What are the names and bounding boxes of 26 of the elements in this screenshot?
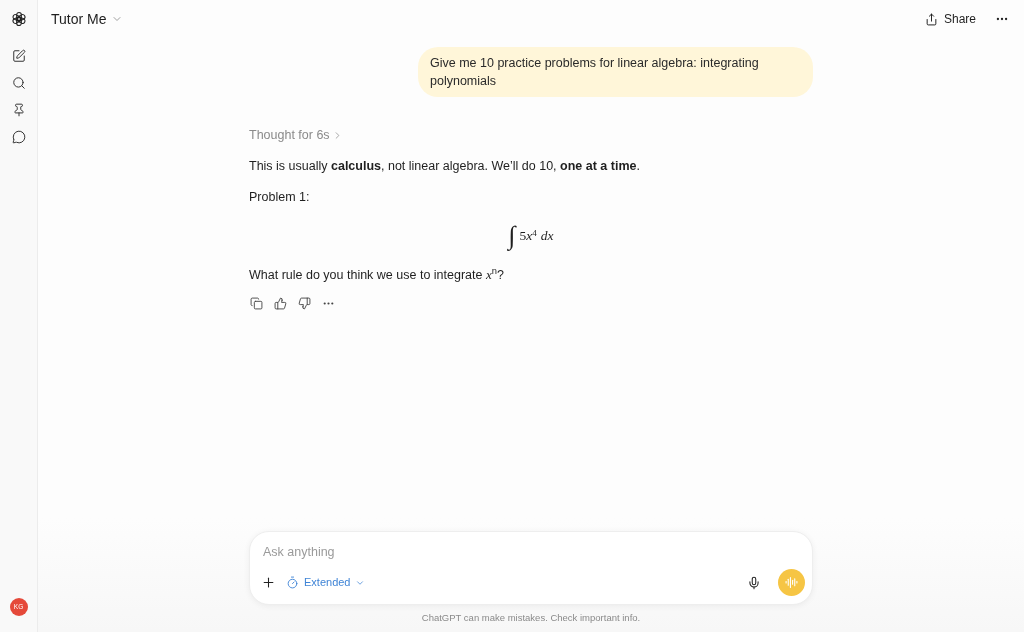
share-button[interactable]: Share: [922, 10, 978, 28]
copy-icon: [249, 296, 263, 310]
thumbs-down-button[interactable]: [296, 295, 312, 311]
plus-icon: [260, 575, 276, 590]
message-paragraph: Problem 1:: [249, 189, 311, 206]
mode-selector[interactable]: Extended: [286, 574, 366, 591]
audio-wave-icon: [785, 576, 798, 589]
microphone-icon: [747, 575, 761, 590]
thought-toggle[interactable]: Thought for 6s: [249, 126, 343, 144]
thumbs-down-icon: [297, 296, 311, 310]
message-input[interactable]: Ask anything: [263, 543, 799, 561]
model-selector[interactable]: Tutor Me: [51, 8, 123, 30]
message-paragraph: What rule do you think we use to integrate x$^{n}$?: [249, 266, 505, 284]
math-expression: 5x$^{4}$ dx: [519, 227, 554, 245]
thumbs-up-icon: [273, 296, 287, 310]
add-button[interactable]: [260, 574, 276, 591]
disclaimer-text: ChatGPT can make mistakes. Check important info.: [421, 611, 641, 626]
share-icon: [924, 12, 938, 26]
flower-logo-icon[interactable]: [10, 11, 27, 27]
thumbs-up-button[interactable]: [272, 295, 288, 311]
microphone-button[interactable]: [746, 574, 762, 591]
user-message-bubble: Give me 10 practice problems for linear algebra: integrating polynomials: [418, 47, 813, 97]
copy-button[interactable]: [248, 295, 264, 311]
message-paragraph: This is usually calculus, not linear algebra. We’ll do 10, one at a time.: [249, 158, 641, 175]
integral-sign: ∫: [508, 220, 516, 253]
timer-icon: [286, 576, 299, 589]
